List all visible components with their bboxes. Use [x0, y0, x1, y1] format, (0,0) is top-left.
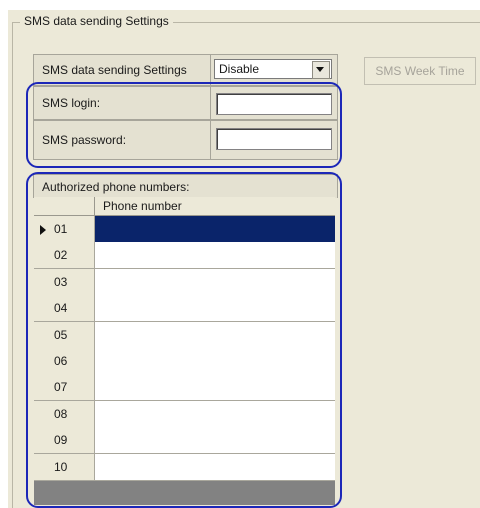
- chevron-down-icon[interactable]: [312, 61, 330, 79]
- mode-select-value: Disable: [219, 62, 260, 76]
- group-border-left: [12, 22, 13, 508]
- mode-label: SMS data sending Settings: [42, 63, 187, 77]
- mode-select[interactable]: Disable: [214, 59, 332, 79]
- credentials-highlight: [26, 82, 342, 168]
- group-title: SMS data sending Settings: [20, 14, 173, 28]
- sms-week-time-button[interactable]: SMS Week Time: [364, 57, 476, 85]
- phones-highlight: [26, 172, 342, 508]
